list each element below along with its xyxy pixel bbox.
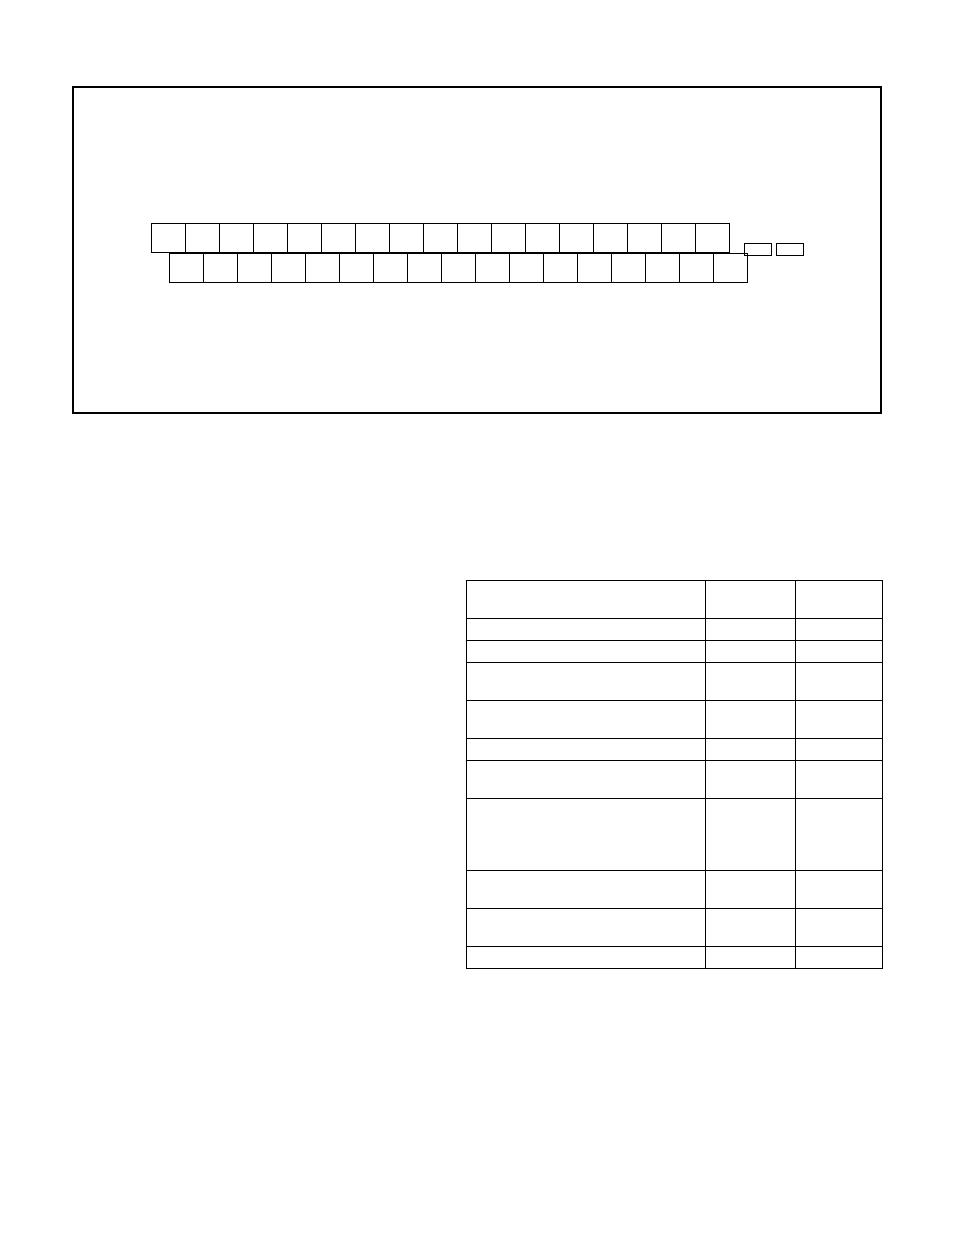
table-cell <box>706 909 796 947</box>
table-row <box>467 799 883 871</box>
table-cell <box>467 761 706 799</box>
grid-cell <box>203 253 238 283</box>
table-cell <box>706 947 796 969</box>
table-row <box>467 761 883 799</box>
grid-cell <box>679 253 714 283</box>
table-cell <box>796 619 883 641</box>
table-cell <box>467 739 706 761</box>
table-row <box>467 909 883 947</box>
table-cell <box>467 871 706 909</box>
grid-cell <box>169 253 204 283</box>
grid-cell <box>423 223 458 253</box>
cell-row-2 <box>170 253 748 283</box>
table-cell <box>467 581 706 619</box>
table-row <box>467 641 883 663</box>
grid-cell <box>593 223 628 253</box>
grid-cell <box>219 223 254 253</box>
table-cell <box>796 947 883 969</box>
table-row <box>467 701 883 739</box>
table-cell <box>706 663 796 701</box>
table-cell <box>467 701 706 739</box>
grid-cell <box>645 253 680 283</box>
table-row <box>467 871 883 909</box>
table-cell <box>796 581 883 619</box>
grid-cell <box>321 223 356 253</box>
table-row <box>467 663 883 701</box>
grid-cell <box>611 253 646 283</box>
grid-cell <box>491 223 526 253</box>
table-row <box>467 581 883 619</box>
grid-cell <box>253 223 288 253</box>
table-cell <box>467 663 706 701</box>
grid-cell <box>355 223 390 253</box>
table-cell <box>796 641 883 663</box>
grid-cell <box>713 253 748 283</box>
table-cell <box>467 619 706 641</box>
table-row <box>467 947 883 969</box>
table-cell <box>796 761 883 799</box>
table-cell <box>796 663 883 701</box>
grid-cell <box>237 253 272 283</box>
grid-cell <box>661 223 696 253</box>
grid-cell <box>287 223 322 253</box>
table-cell <box>467 641 706 663</box>
table-cell <box>706 871 796 909</box>
diagram-frame <box>72 86 882 414</box>
grid-cell <box>509 253 544 283</box>
table-cell <box>796 739 883 761</box>
small-box <box>744 243 772 256</box>
cell-row-1 <box>152 223 730 253</box>
grid-cell <box>407 253 442 283</box>
data-table <box>466 580 883 969</box>
grid-cell <box>577 253 612 283</box>
grid-cell <box>389 223 424 253</box>
small-box-group <box>744 243 808 256</box>
grid-cell <box>185 223 220 253</box>
table-cell <box>796 871 883 909</box>
table-cell <box>467 947 706 969</box>
table-cell <box>706 581 796 619</box>
grid-cell <box>475 253 510 283</box>
table-cell <box>796 909 883 947</box>
grid-cell <box>339 253 374 283</box>
table-cell <box>796 701 883 739</box>
table-cell <box>467 799 706 871</box>
grid-cell <box>559 223 594 253</box>
table-cell <box>796 799 883 871</box>
table-cell <box>706 761 796 799</box>
grid-cell <box>271 253 306 283</box>
small-box <box>776 243 804 256</box>
grid-cell <box>457 223 492 253</box>
table-cell <box>467 909 706 947</box>
table-row <box>467 739 883 761</box>
table-cell <box>706 739 796 761</box>
grid-cell <box>441 253 476 283</box>
grid-cell <box>525 223 560 253</box>
grid-cell <box>151 223 186 253</box>
table-row <box>467 619 883 641</box>
grid-cell <box>627 223 662 253</box>
table-cell <box>706 619 796 641</box>
table-cell <box>706 799 796 871</box>
grid-cell <box>695 223 730 253</box>
table-cell <box>706 641 796 663</box>
grid-cell <box>373 253 408 283</box>
table-cell <box>706 701 796 739</box>
grid-cell <box>543 253 578 283</box>
grid-cell <box>305 253 340 283</box>
